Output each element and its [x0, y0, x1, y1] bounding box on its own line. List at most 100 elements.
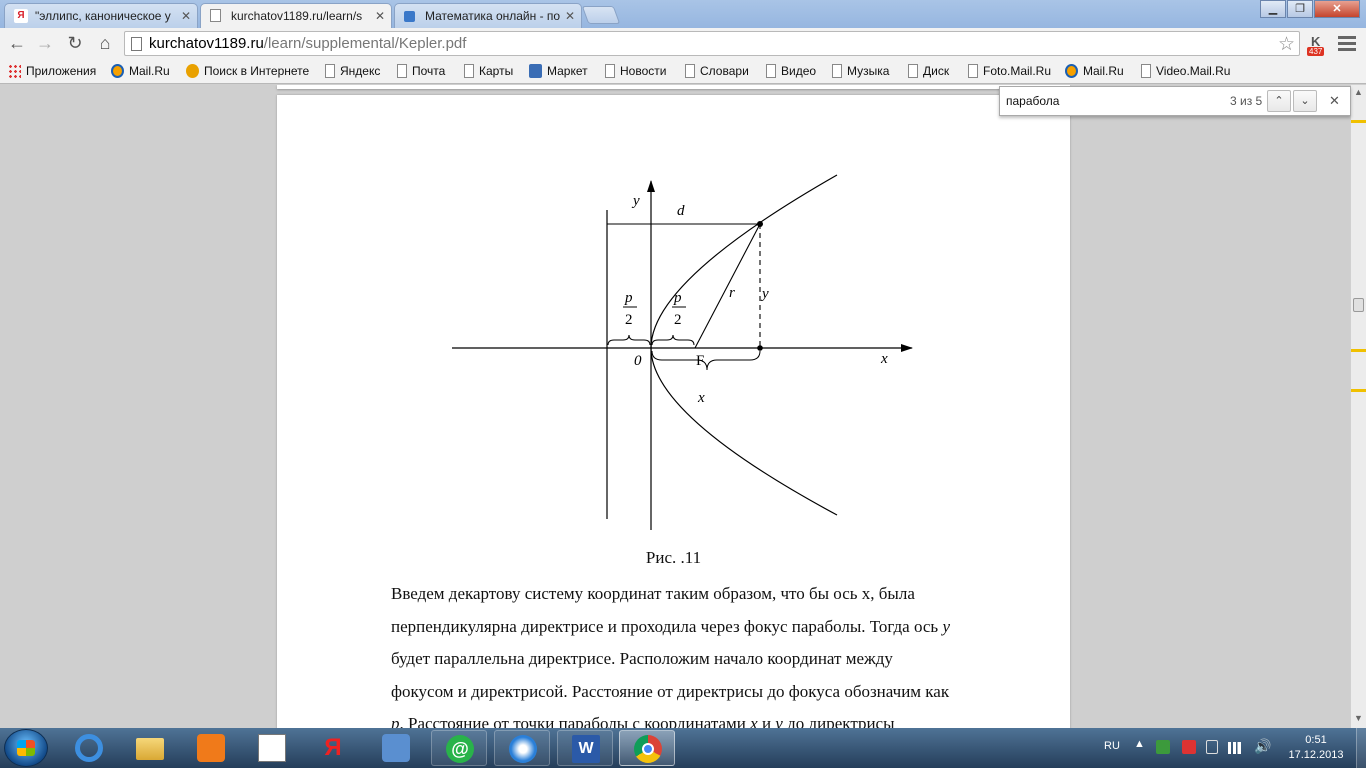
page-info-icon[interactable] — [131, 37, 142, 51]
vertical-scrollbar[interactable]: ▲ ▼ — [1350, 85, 1366, 728]
network-icon[interactable] — [1228, 742, 1244, 754]
bookmark-disk[interactable]: Диск — [908, 63, 949, 79]
taskbar-word[interactable]: W — [557, 730, 613, 766]
extension-badge-count: 437 — [1307, 47, 1325, 56]
bookmark-mail[interactable]: Почта — [397, 63, 445, 79]
taskbar-mail-agent[interactable]: @ — [431, 730, 487, 766]
start-button[interactable] — [4, 729, 48, 767]
new-tab-button[interactable] — [581, 6, 621, 24]
show-desktop-button[interactable] — [1356, 728, 1366, 768]
find-match-marker — [1351, 389, 1366, 392]
tab-math-online[interactable]: Математика онлайн - по ✕ — [394, 3, 582, 28]
pdf-viewer[interactable]: y d r y p 2 p 2 0 F x x Рис. .11 Введем … — [0, 85, 1350, 728]
tab-title: Математика онлайн - по — [425, 9, 561, 23]
clock-date: 17.12.2013 — [1288, 749, 1344, 761]
radius-r-line — [694, 223, 761, 349]
pdf-page: y d r y p 2 p 2 0 F x x Рис. .11 Введем … — [277, 95, 1070, 728]
mail-agent-icon: @ — [446, 735, 474, 763]
tray-security-icon[interactable] — [1182, 740, 1196, 754]
home-icon[interactable]: ⌂ — [94, 32, 116, 54]
bookmark-video[interactable]: Видео — [766, 63, 816, 79]
tab-title: "эллипс, каноническое у — [35, 9, 171, 23]
bookmark-market[interactable]: Маркет — [529, 63, 588, 79]
parabola-curve — [650, 174, 838, 516]
extension-button[interactable]: K 437 — [1307, 34, 1331, 56]
chrome-icon — [634, 735, 662, 763]
x-axis-label: x — [880, 351, 888, 367]
find-next-button[interactable]: ⌄ — [1293, 90, 1317, 112]
reload-icon[interactable]: ↻ — [64, 32, 86, 54]
bookmark-maps[interactable]: Карты — [464, 63, 513, 79]
bookmark-music[interactable]: Музыка — [832, 63, 889, 79]
scroll-thumb[interactable] — [1353, 298, 1364, 312]
close-window-button[interactable]: ✕ — [1314, 0, 1360, 18]
bookmark-apps[interactable]: Приложения — [8, 63, 96, 79]
volume-icon[interactable]: 🔊 — [1254, 738, 1271, 755]
find-previous-button[interactable]: ⌃ — [1267, 90, 1291, 112]
page-icon — [1141, 64, 1151, 78]
taskbar-yandex[interactable]: Я — [305, 730, 361, 766]
taskbar-media-player[interactable] — [183, 730, 239, 766]
find-bar: парабола 3 из 5 ⌃ ⌄ ✕ — [999, 86, 1351, 116]
close-icon[interactable]: ✕ — [375, 4, 385, 28]
tab-yandex-search[interactable]: Я "эллипс, каноническое у ✕ — [4, 3, 198, 28]
mailru-icon — [111, 64, 124, 78]
find-match-count: 3 из 5 — [1230, 94, 1263, 108]
tray-app-icon[interactable] — [1156, 740, 1170, 754]
taskbar-chrome[interactable] — [619, 730, 675, 766]
system-clock[interactable]: 0:51 17.12.2013 — [1280, 733, 1352, 763]
clock-time: 0:51 — [1305, 734, 1327, 746]
paragraph-line: фокусом и директрисой. Расстояние от дир… — [391, 681, 950, 701]
search-icon — [186, 64, 199, 78]
close-find-icon[interactable]: ✕ — [1329, 93, 1340, 109]
apps-icon — [8, 64, 21, 78]
bookmark-foto-mailru[interactable]: Foto.Mail.Ru — [968, 63, 1051, 79]
scroll-down-arrow-icon[interactable]: ▼ — [1353, 713, 1364, 723]
math-favicon-icon — [404, 11, 415, 22]
parabola-point — [757, 221, 763, 227]
back-arrow-icon[interactable]: ← — [6, 32, 28, 54]
bookmark-mailru-2[interactable]: Mail.Ru — [1065, 63, 1124, 79]
parabola-figure: y d r y p 2 p 2 0 F x x — [452, 174, 913, 530]
chrome-menu-icon[interactable] — [1338, 36, 1356, 54]
taskbar-explorer[interactable] — [122, 730, 178, 766]
close-icon[interactable]: ✕ — [565, 4, 575, 28]
forward-arrow-icon[interactable]: → — [34, 32, 56, 54]
url-text[interactable]: kurchatov1189.ru/learn/supplemental/Kepl… — [149, 35, 466, 52]
bookmark-video-mailru[interactable]: Video.Mail.Ru — [1141, 63, 1230, 79]
maximize-button[interactable]: ❐ — [1287, 0, 1313, 18]
taskbar-internet-explorer[interactable] — [61, 730, 117, 766]
find-input[interactable]: парабола — [1006, 94, 1059, 108]
page-icon — [908, 64, 918, 78]
taskbar-news-app[interactable] — [244, 730, 300, 766]
taskbar-itunes[interactable] — [494, 730, 550, 766]
bookmark-news[interactable]: Новости — [605, 63, 666, 79]
page-icon — [766, 64, 776, 78]
page-icon — [397, 64, 407, 78]
page-icon — [325, 64, 335, 78]
yandex-favicon-icon: Я — [14, 9, 28, 23]
language-indicator[interactable]: RU — [1104, 740, 1120, 752]
address-bar[interactable]: kurchatov1189.ru/learn/supplemental/Kepl… — [124, 31, 1300, 56]
bookmark-star-icon[interactable]: ☆ — [1278, 33, 1295, 56]
market-icon — [529, 64, 542, 78]
tab-title: kurchatov1189.ru/learn/s — [231, 9, 363, 23]
tab-kepler-pdf[interactable]: kurchatov1189.ru/learn/s ✕ — [200, 3, 392, 28]
bookmark-mailru[interactable]: Mail.Ru — [111, 63, 170, 79]
show-hidden-icons[interactable]: ▲ — [1134, 738, 1145, 750]
browser-toolbar: ← → ↻ ⌂ kurchatov1189.ru/learn/supplemen… — [0, 28, 1366, 59]
bookmark-web-search[interactable]: Поиск в Интернете — [186, 63, 309, 79]
scroll-up-arrow-icon[interactable]: ▲ — [1353, 87, 1364, 97]
brace-p-half-left — [607, 334, 651, 346]
bookmark-dictionaries[interactable]: Словари — [685, 63, 749, 79]
brace-x — [651, 350, 761, 371]
bookmark-yandex[interactable]: Яндекс — [325, 63, 380, 79]
p-numerator-right: p — [673, 290, 682, 306]
y-axis-label: y — [631, 193, 640, 209]
taskbar-sound[interactable] — [368, 730, 424, 766]
tray-device-icon[interactable] — [1206, 740, 1218, 754]
page-favicon-icon — [210, 9, 221, 22]
close-icon[interactable]: ✕ — [181, 4, 191, 28]
minimize-button[interactable]: ▁ — [1260, 0, 1286, 18]
focus-label: F — [696, 353, 704, 369]
